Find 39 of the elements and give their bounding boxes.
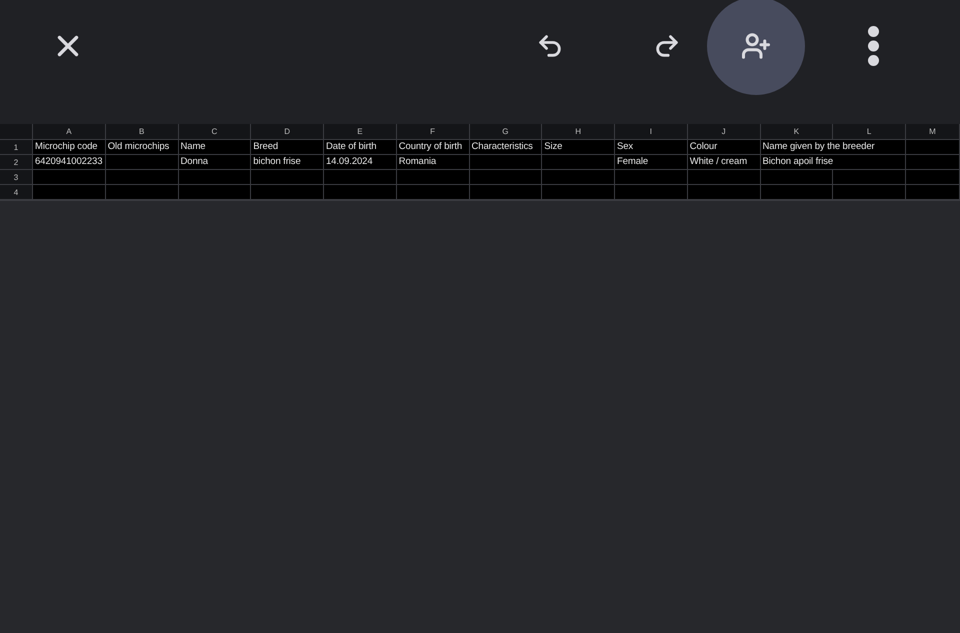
table-cell: Name — [178, 140, 252, 155]
table-cell: bichon frise — [251, 155, 324, 170]
more-icon — [868, 26, 878, 66]
column-header[interactable]: M — [906, 124, 960, 140]
table-cell: Country of birth — [396, 140, 470, 155]
table-cell: Sex — [615, 140, 688, 155]
row-header[interactable]: 4 — [0, 185, 33, 200]
column-header[interactable]: F — [396, 124, 470, 140]
column-header[interactable]: C — [178, 124, 252, 140]
row-header[interactable]: 3 — [0, 170, 33, 185]
table-cell: Size — [542, 140, 615, 155]
row-header[interactable]: 2 — [0, 155, 33, 170]
table-cell: Romania — [396, 155, 470, 170]
table-cell: Characteristics — [470, 140, 542, 155]
column-header[interactable]: B — [106, 124, 178, 140]
column-header[interactable]: E — [324, 124, 397, 140]
table-cell: White / cream — [688, 155, 760, 170]
table-cell: Colour — [688, 140, 760, 155]
column-header[interactable]: K — [760, 124, 834, 140]
table-cell: Donna — [178, 155, 252, 170]
column-header[interactable]: L — [833, 124, 906, 140]
table-cell: Date of birth — [324, 140, 397, 155]
column-header[interactable]: I — [615, 124, 688, 140]
corner-cell — [0, 124, 33, 140]
column-header[interactable]: J — [688, 124, 760, 140]
column-header[interactable]: A — [33, 124, 106, 140]
table-cell: 6420941002233 — [33, 155, 106, 170]
table-cell: Bichon apoil frise — [760, 155, 906, 170]
column-header[interactable]: D — [251, 124, 324, 140]
table-cell: Old microchips — [106, 140, 178, 155]
table-cell: Name given by the breeder — [760, 140, 906, 155]
table-cell: Breed — [251, 140, 324, 155]
table-cell: Female — [615, 155, 688, 170]
table-cell: 14.09.2024 — [324, 155, 397, 170]
column-header[interactable]: H — [542, 124, 615, 140]
table-cell: Microchip code — [33, 140, 106, 155]
add-person-icon — [741, 31, 771, 61]
column-header[interactable]: G — [470, 124, 542, 140]
row-header[interactable]: 1 — [0, 140, 33, 155]
